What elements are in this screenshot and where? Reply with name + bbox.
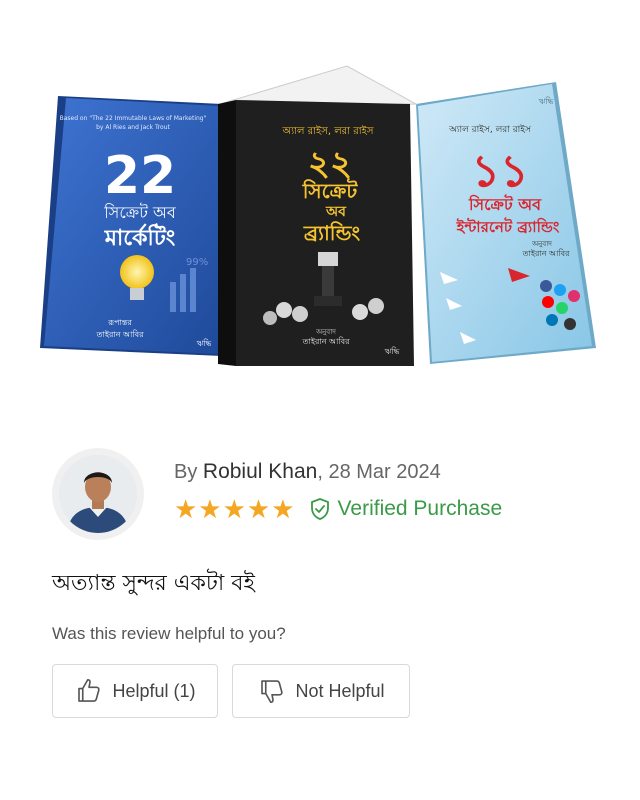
review-text: অত্যান্ত সুন্দর একটা বই: [52, 571, 255, 596]
book3-authors: অ্যাল রাইস, লরা রাইস: [448, 124, 532, 135]
book1-publisher: ঋদ্ধি: [197, 339, 212, 348]
book3-translator: তাইরান আবির: [522, 249, 571, 258]
book1-percent: 99%: [186, 257, 208, 268]
not-helpful-label: Not Helpful: [295, 680, 385, 701]
book3-corner: ঋদ্ধি: [539, 97, 554, 106]
lightbulb-icon: [120, 255, 154, 289]
book2-translator: তাইরান আবির: [302, 337, 351, 346]
review-date: , 28 Mar 2024: [317, 461, 441, 483]
book-cover-branding: অ্যাল রাইস, লরা রাইস ২২ সিক্রেট অব ব্র্য…: [218, 65, 418, 366]
book2-title-line3: ব্র্যান্ডিং: [303, 221, 361, 245]
book1-subtitle: Based on "The 22 Immutable Laws of Marke…: [60, 115, 207, 122]
reviewer-name: Robiul Khan: [202, 460, 318, 483]
book1-title-line2: মার্কেটিং: [104, 223, 176, 251]
helpful-label: Helpful (1): [112, 680, 196, 701]
book-covers: Based on "The 22 Immutable Laws of Marke…: [40, 65, 596, 366]
rating-row: ★★★★★ Verified Purchase: [174, 496, 502, 522]
thumbs-up-icon: [78, 678, 101, 702]
book2-title-line1: সিক্রেট: [302, 178, 359, 203]
helpful-question: Was this review helpful to you?: [52, 624, 286, 643]
book-cover-internet-branding: ঋদ্ধি অ্যাল রাইস, লরা রাইস ১১ সিক্রেট অব…: [416, 82, 596, 364]
verified-badge: Verified Purchase: [308, 497, 503, 521]
vote-buttons: Helpful (1) Not Helpful: [52, 664, 424, 718]
book2-title-line2: অব: [325, 204, 347, 220]
by-prefix: By: [174, 461, 203, 483]
book3-title-line1: সিক্রেট অব: [468, 194, 542, 214]
book1-translator-label: রূপান্তর: [107, 318, 132, 327]
avatar: [59, 455, 137, 533]
book1-title-line1: সিক্রেট অব: [103, 203, 177, 222]
book2-translator-label: অনুবাদ: [315, 328, 336, 336]
byline: By Robiul Khan, 28 Mar 2024: [174, 460, 502, 484]
book-cover-marketing: Based on "The 22 Immutable Laws of Marke…: [40, 96, 222, 356]
review-meta: By Robiul Khan, 28 Mar 2024 ★★★★★ Verifi…: [174, 460, 502, 522]
book1-translator: তাইরান আবির: [96, 330, 145, 339]
book1-subtitle2: by Al Ries and Jack Trout: [96, 124, 170, 131]
verified-label: Verified Purchase: [337, 497, 503, 520]
book3-title-line2: ইন্টারনেট ব্র্যান্ডিং: [456, 217, 560, 236]
book3-translator-label: অনুবাদ: [531, 240, 552, 248]
book1-number: 22: [104, 146, 176, 206]
check-shield-icon: [310, 498, 329, 520]
avatar-frame: [52, 448, 144, 540]
not-helpful-button[interactable]: Not Helpful: [232, 664, 410, 718]
book2-publisher: ঋদ্ধি: [385, 347, 400, 356]
book2-authors: অ্যাল রাইস, লরা রাইস: [282, 125, 374, 137]
book3-number: ১১: [471, 146, 528, 197]
reviewer-photo: [59, 455, 137, 533]
helpful-button[interactable]: Helpful (1): [52, 664, 218, 718]
thumbs-down-icon: [261, 680, 284, 704]
star-rating: ★★★★★: [174, 494, 296, 524]
book2-number: ২২: [308, 144, 352, 184]
